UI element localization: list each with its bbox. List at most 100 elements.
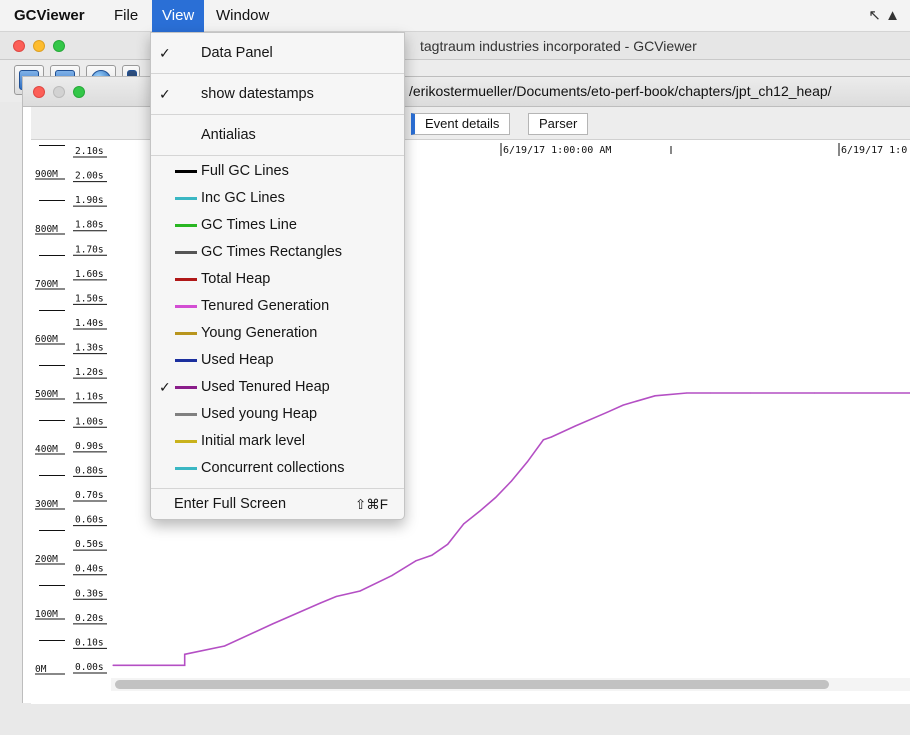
- tab-event-details[interactable]: Event details: [411, 113, 511, 135]
- pause-tick-label: 1.70s: [75, 244, 104, 255]
- menu-item-full-gc-lines[interactable]: Full GC Lines: [151, 158, 404, 185]
- memory-tick-label: 700M: [35, 279, 58, 290]
- menu-item-label: GC Times Rectangles: [201, 244, 343, 260]
- data-point: [606, 411, 608, 413]
- menu-item-tenured-generation[interactable]: Tenured Generation: [151, 293, 404, 320]
- menu-item-used-young-heap[interactable]: Used young Heap: [151, 401, 404, 428]
- memory-tick-label: 400M: [35, 444, 58, 455]
- pause-tick-label: 2.00s: [75, 171, 104, 182]
- drive-icon[interactable]: ▲: [885, 7, 900, 24]
- main-titlebar: tagtraum industries incorporated - GCVie…: [0, 32, 910, 60]
- legend-swatch: [175, 386, 197, 389]
- menu-item-antialias[interactable]: Antialias: [151, 115, 404, 155]
- pause-tick-label: 1.30s: [75, 343, 104, 354]
- app-menu[interactable]: GCViewer: [4, 0, 95, 32]
- data-point: [359, 590, 361, 592]
- menu-item-inc-gc-lines[interactable]: Inc GC Lines: [151, 185, 404, 212]
- data-point: [447, 543, 449, 545]
- menu-item-data-panel[interactable]: ✓ Data Panel: [151, 33, 404, 73]
- legend-swatch: [175, 359, 197, 362]
- pause-tick-label: 0.30s: [75, 588, 104, 599]
- pause-tick-label: 0.60s: [75, 515, 104, 526]
- memory-tick-label: 600M: [35, 334, 58, 345]
- menu-item-label: GC Times Line: [201, 217, 297, 233]
- data-point: [431, 554, 433, 556]
- data-point: [335, 595, 337, 598]
- legend-swatch: [175, 467, 197, 470]
- menu-item-concurrent-collections[interactable]: Concurrent collections: [151, 455, 404, 482]
- menu-item-used-heap[interactable]: Used Heap: [151, 347, 404, 374]
- menu-item-label: Used young Heap: [201, 406, 318, 422]
- view-dropdown-menu: ✓ Data Panel ✓ show datestamps Antialias…: [150, 32, 405, 520]
- data-point: [463, 523, 465, 525]
- date-label: 6/19/17 1:00:00 AM: [503, 145, 611, 156]
- legend-swatch: [175, 224, 197, 227]
- menu-item-total-heap[interactable]: Total Heap: [151, 266, 404, 293]
- legend-swatch: [175, 413, 197, 416]
- horizontal-scrollbar[interactable]: [115, 680, 829, 689]
- menu-item-label: Enter Full Screen: [174, 496, 287, 512]
- pause-tick-label: 2.10s: [75, 146, 104, 157]
- data-point: [622, 404, 624, 406]
- minimize-document-button[interactable]: [53, 86, 65, 98]
- window-menu[interactable]: Window: [206, 0, 279, 32]
- legend-swatch: [175, 251, 197, 254]
- pause-tick-label: 1.50s: [75, 293, 104, 304]
- menu-item-label: Antialias: [201, 127, 256, 143]
- legend-swatch: [175, 278, 197, 281]
- cursor-icon[interactable]: ↖: [868, 7, 881, 24]
- menu-item-label: show datestamps: [201, 86, 314, 102]
- menu-item-initial-mark-level[interactable]: Initial mark level: [151, 428, 404, 455]
- document-path: /erikostermueller/Documents/eto-perf-boo…: [409, 83, 832, 99]
- pause-tick-label: 1.00s: [75, 416, 104, 427]
- data-point: [510, 480, 513, 482]
- data-point: [184, 653, 186, 655]
- data-point: [550, 436, 552, 438]
- memory-tick-label: 200M: [35, 554, 58, 565]
- legend-swatch: [175, 170, 197, 173]
- pause-tick-label: 0.10s: [75, 637, 104, 648]
- menu-item-label: Inc GC Lines: [201, 190, 285, 206]
- menu-item-label: Tenured Generation: [201, 298, 330, 314]
- pause-tick-label: 1.40s: [75, 318, 104, 329]
- menu-item-gc-times-rectangles[interactable]: GC Times Rectangles: [151, 239, 404, 266]
- pause-tick-label: 0.70s: [75, 490, 104, 501]
- memory-tick-label: 500M: [35, 389, 58, 400]
- file-menu[interactable]: File: [104, 0, 148, 32]
- menu-item-used-tenured-heap[interactable]: ✓ Used Tenured Heap: [151, 374, 404, 401]
- menu-item-young-generation[interactable]: Young Generation: [151, 320, 404, 347]
- memory-tick-label: 900M: [35, 169, 58, 180]
- minimize-window-button[interactable]: [33, 40, 45, 52]
- menu-item-show-datestamps[interactable]: ✓ show datestamps: [151, 74, 404, 114]
- close-window-button[interactable]: [13, 40, 25, 52]
- pause-tick-label: 0.40s: [75, 564, 104, 575]
- view-menu-title[interactable]: View: [152, 0, 205, 32]
- data-point: [223, 645, 226, 647]
- maximize-document-button[interactable]: [73, 86, 85, 98]
- menu-item-enter-full-screen[interactable]: Enter Full Screen ⇧⌘F: [151, 491, 404, 518]
- menu-item-label: Data Panel: [201, 45, 273, 61]
- date-label: 6/19/17 1:0: [841, 145, 907, 156]
- menu-item-label: Total Heap: [201, 271, 271, 287]
- data-point: [271, 623, 273, 625]
- data-point: [112, 664, 114, 666]
- data-point: [686, 392, 688, 394]
- data-point: [654, 395, 656, 397]
- menu-item-label: Concurrent collections: [201, 460, 345, 476]
- data-point: [391, 575, 393, 577]
- close-document-button[interactable]: [33, 86, 45, 98]
- legend-check-icon: ✓: [159, 379, 171, 395]
- data-point: [494, 496, 497, 499]
- menu-item-gc-times-line[interactable]: GC Times Line: [151, 212, 404, 239]
- menubar: GCViewer File View Window ↖ ▲: [0, 0, 910, 32]
- maximize-window-button[interactable]: [53, 40, 65, 52]
- data-panel-check-icon: ✓: [159, 45, 171, 61]
- data-point: [574, 425, 576, 427]
- menu-item-label: Young Generation: [201, 325, 318, 341]
- window-title: tagtraum industries incorporated - GCVie…: [420, 38, 697, 54]
- data-point: [319, 602, 321, 604]
- data-point: [542, 439, 544, 441]
- tab-parser[interactable]: Parser: [528, 113, 589, 135]
- memory-tick-label: 800M: [35, 224, 58, 235]
- data-point: [526, 461, 529, 463]
